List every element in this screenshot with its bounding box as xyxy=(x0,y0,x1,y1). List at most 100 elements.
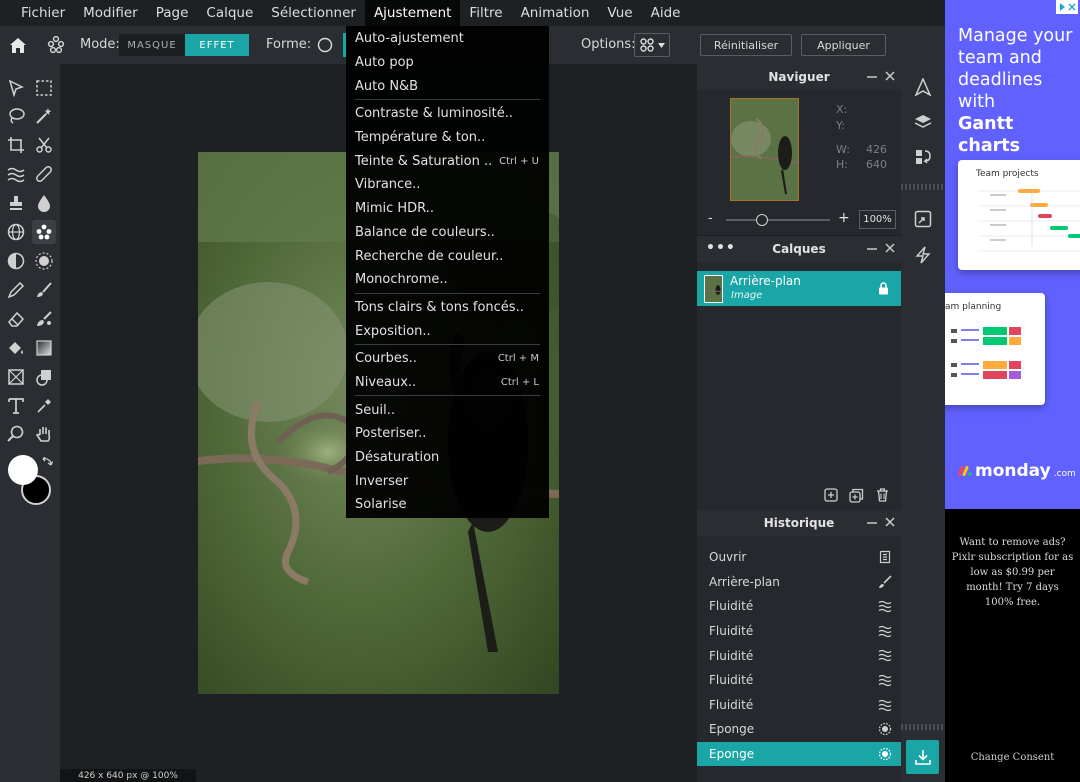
history-item-fluidite[interactable]: Fluidité xyxy=(697,619,901,644)
options-dropdown[interactable] xyxy=(634,33,670,57)
layers-panel-icon[interactable] xyxy=(912,110,934,132)
ai-assist-icon[interactable] xyxy=(912,76,934,98)
burn-tool-icon[interactable] xyxy=(32,249,56,273)
menu-item-exposition[interactable]: Exposition.. xyxy=(346,319,549,343)
history-item-fluidite[interactable]: Fluidité xyxy=(697,594,901,619)
menu-item-courbes[interactable]: Courbes.. Ctrl + M xyxy=(346,347,549,371)
ad-info-close[interactable] xyxy=(1056,0,1078,14)
menu-item-desaturation[interactable]: Désaturation xyxy=(346,446,549,470)
drawing-tool-icon[interactable] xyxy=(32,365,56,389)
minimize-icon[interactable] xyxy=(867,516,877,530)
shape-tool-icon[interactable] xyxy=(4,365,28,389)
dodge-tool-icon[interactable] xyxy=(4,249,28,273)
menu-item-mimic-hdr[interactable]: Mimic HDR.. xyxy=(346,197,549,221)
text-tool-icon[interactable] xyxy=(4,394,28,418)
hand-tool-icon[interactable] xyxy=(32,422,56,446)
foreground-color-swatch[interactable] xyxy=(8,455,38,485)
mode-mask-button[interactable]: MASQUE xyxy=(119,34,185,56)
blur-tool-icon[interactable] xyxy=(32,191,56,215)
add-layer-icon[interactable] xyxy=(824,488,838,502)
menu-item-niveaux[interactable]: Niveaux.. Ctrl + L xyxy=(346,371,549,395)
monday-ad-banner[interactable]: Manage your team and deadlines with Gant… xyxy=(945,0,1080,509)
crop-tool-icon[interactable] xyxy=(4,133,28,157)
mode-effect-button[interactable]: EFFET xyxy=(185,34,249,56)
apply-button[interactable]: Appliquer xyxy=(801,34,886,56)
quick-actions-icon[interactable] xyxy=(912,244,934,266)
menu-fichier[interactable]: Fichier xyxy=(12,0,74,26)
heal-tool-icon[interactable] xyxy=(32,162,56,186)
menu-page[interactable]: Page xyxy=(147,0,198,26)
menu-item-auto-nandb[interactable]: Auto N&B xyxy=(346,74,549,98)
zoom-in-button[interactable]: + xyxy=(838,210,850,226)
cutout-tool-icon[interactable] xyxy=(32,133,56,157)
navigator-panel-icon[interactable] xyxy=(912,208,934,230)
clone-stamp-tool-icon[interactable] xyxy=(4,191,28,215)
home-icon[interactable] xyxy=(7,34,29,56)
menu-item-posteriser[interactable]: Posteriser.. xyxy=(346,422,549,446)
history-item-fluidite[interactable]: Fluidité xyxy=(697,643,901,668)
download-button[interactable] xyxy=(906,740,939,774)
history-item-eponge[interactable]: Eponge xyxy=(697,717,901,742)
spherize-tool-icon[interactable] xyxy=(4,220,28,244)
menu-filtre[interactable]: Filtre xyxy=(460,0,511,26)
menu-item-contraste-and-luminosite[interactable]: Contraste & luminosité.. xyxy=(346,102,549,126)
pen-tool-icon[interactable] xyxy=(4,278,28,302)
fill-tool-icon[interactable] xyxy=(4,336,28,360)
navigator-thumbnail[interactable] xyxy=(730,98,799,201)
menu-vue[interactable]: Vue xyxy=(598,0,641,26)
lasso-tool-icon[interactable] xyxy=(4,104,28,128)
zoom-tool-icon[interactable] xyxy=(4,422,28,446)
menu-modifier[interactable]: Modifier xyxy=(74,0,147,26)
minimize-icon[interactable] xyxy=(867,242,877,256)
close-icon[interactable] xyxy=(885,516,895,530)
menu-item-seuil[interactable]: Seuil.. xyxy=(346,398,549,422)
ad-remove-text[interactable]: Want to remove ads? Pixlr subscription f… xyxy=(951,535,1074,610)
menu-item-monochrome[interactable]: Monochrome.. xyxy=(346,268,549,292)
close-icon[interactable] xyxy=(885,242,895,256)
menu-calque[interactable]: Calque xyxy=(197,0,262,26)
brush-tool-icon[interactable] xyxy=(32,278,56,302)
history-item-eponge[interactable]: Eponge xyxy=(697,741,901,767)
arrange-tool-icon[interactable] xyxy=(4,76,28,100)
menu-item-vibrance[interactable]: Vibrance.. xyxy=(346,173,549,197)
menu-item-auto-ajustement[interactable]: Auto-ajustement xyxy=(346,27,549,51)
minimize-icon[interactable] xyxy=(867,70,877,84)
lock-icon[interactable] xyxy=(878,282,889,295)
color-replace-tool-icon[interactable] xyxy=(32,307,56,331)
gradient-tool-icon[interactable] xyxy=(32,336,56,360)
menu-item-auto-pop[interactable]: Auto pop xyxy=(346,51,549,75)
circle-shape-icon[interactable] xyxy=(314,34,336,56)
history-item-fluidite[interactable]: Fluidité xyxy=(697,693,901,718)
layer-row[interactable]: Arrière-plan Image xyxy=(697,271,901,306)
menu-animation[interactable]: Animation xyxy=(512,0,599,26)
menu-item-inverser[interactable]: Inverser xyxy=(346,469,549,493)
close-icon[interactable] xyxy=(885,70,895,84)
history-item-ouvrir[interactable]: Ouvrir xyxy=(697,545,901,570)
reset-button[interactable]: Réinitialiser xyxy=(700,34,792,56)
zoom-out-button[interactable]: - xyxy=(708,211,713,226)
layers-menu-icon[interactable]: ••• xyxy=(706,240,736,256)
menu-item-balance-de-couleurs[interactable]: Balance de couleurs.. xyxy=(346,221,549,245)
history-item-arriere-plan[interactable]: Arrière-plan xyxy=(697,570,901,595)
menu-item-tons-clairs-and-tons-fonces[interactable]: Tons clairs & tons foncés.. xyxy=(346,296,549,320)
zoom-slider[interactable] xyxy=(726,214,830,226)
color-picker-tool-icon[interactable] xyxy=(32,394,56,418)
menu-aide[interactable]: Aide xyxy=(642,0,690,26)
menu-item-recherche-de-couleur[interactable]: Recherche de couleur.. xyxy=(346,244,549,268)
history-item-fluidite[interactable]: Fluidité xyxy=(697,668,901,693)
sponge-tool-button[interactable] xyxy=(32,220,56,244)
zoom-value-input[interactable]: 100% xyxy=(859,210,896,229)
menu-item-temperature-and-ton[interactable]: Température & ton.. xyxy=(346,126,549,150)
change-consent-link[interactable]: Change Consent xyxy=(945,752,1080,763)
menu-item-teinte-and-saturation[interactable]: Teinte & Saturation .. Ctrl + U xyxy=(346,149,549,173)
swap-colors-icon[interactable] xyxy=(38,455,54,471)
delete-layer-icon[interactable] xyxy=(876,488,889,502)
magic-wand-tool-icon[interactable] xyxy=(32,104,56,128)
eraser-tool-icon[interactable] xyxy=(4,307,28,331)
liquify-tool-icon[interactable] xyxy=(4,162,28,186)
menu-ajustement[interactable]: Ajustement xyxy=(364,0,461,26)
zoom-slider-thumb[interactable] xyxy=(756,214,769,226)
menu-selectionner[interactable]: Sélectionner xyxy=(262,0,365,26)
adjust-panel-icon[interactable] xyxy=(912,146,934,168)
marquee-tool-icon[interactable] xyxy=(32,76,56,100)
